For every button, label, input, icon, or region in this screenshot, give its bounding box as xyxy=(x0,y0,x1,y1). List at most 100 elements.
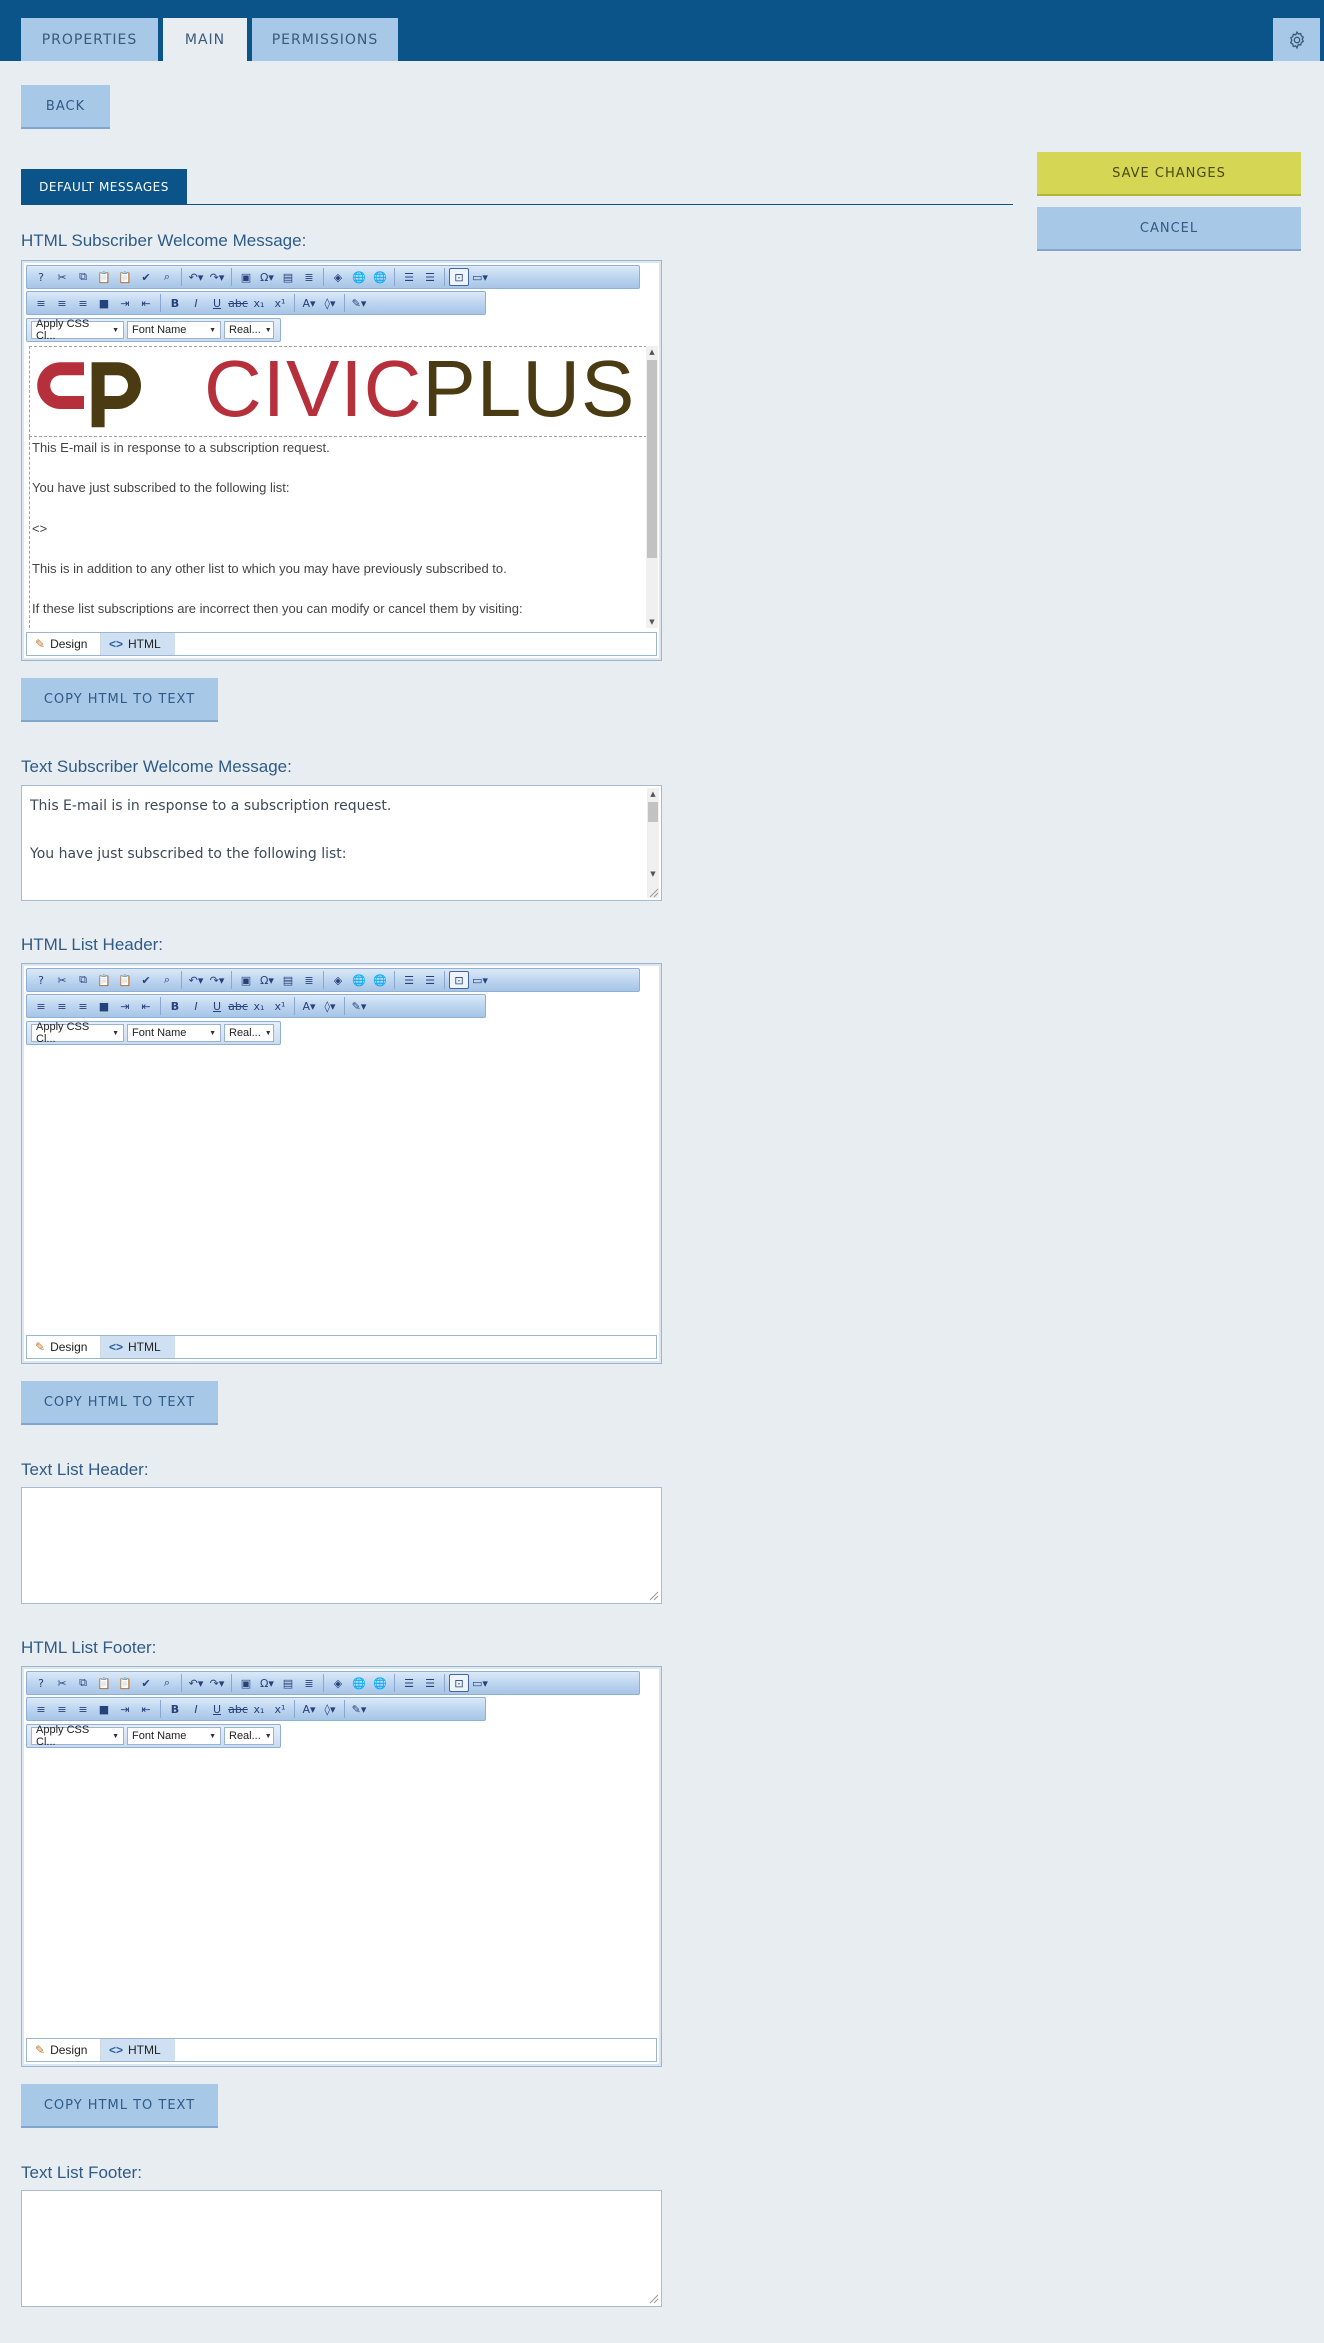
spellcheck-icon[interactable]: ✔ xyxy=(136,971,156,989)
back-button[interactable]: BACK xyxy=(21,85,110,129)
template-icon[interactable]: ▤ xyxy=(278,1674,298,1692)
align-center-icon[interactable]: ≡ xyxy=(52,997,72,1015)
font-color-icon[interactable]: A▾ xyxy=(299,997,319,1015)
fullscreen-icon[interactable]: ⊡ xyxy=(449,268,469,286)
css-class-dropdown[interactable]: Apply CSS Cl... ▼ xyxy=(31,1021,125,1045)
html-mode-tab[interactable]: <> HTML xyxy=(101,1336,175,1358)
html-mode-tab[interactable]: <> HTML xyxy=(101,2039,175,2061)
find-icon[interactable]: ⌕ xyxy=(157,971,177,989)
css-class-dropdown[interactable]: Apply CSS Cl... ▼ xyxy=(31,318,125,342)
ordered-list-icon[interactable]: ☰ xyxy=(399,1674,419,1692)
tab-permissions[interactable]: PERMISSIONS xyxy=(252,18,398,61)
ordered-list-icon[interactable]: ☰ xyxy=(399,971,419,989)
text-footer-textarea[interactable] xyxy=(21,2190,662,2307)
underline-icon[interactable]: U xyxy=(207,1700,227,1718)
tab-properties[interactable]: PROPERTIES xyxy=(21,18,158,61)
superscript-icon[interactable]: x¹ xyxy=(270,997,290,1015)
format-painter-icon[interactable]: ✎▾ xyxy=(349,1700,369,1718)
table-icon[interactable]: ▭▾ xyxy=(470,268,490,286)
css-class-dropdown[interactable]: Apply CSS Cl... ▼ xyxy=(31,1724,125,1748)
image-icon[interactable]: ▣ xyxy=(236,971,256,989)
align-right-icon[interactable]: ≡ xyxy=(73,294,93,312)
unlink-icon[interactable]: 🌐 xyxy=(370,1674,390,1692)
ordered-list-icon[interactable]: ☰ xyxy=(399,268,419,286)
align-center-icon[interactable]: ≡ xyxy=(52,294,72,312)
design-mode-tab[interactable]: ✎ Design xyxy=(27,1336,101,1358)
format-stripper-icon[interactable]: ◈ xyxy=(328,1674,348,1692)
editor-content[interactable] xyxy=(29,1049,647,1331)
undo-icon[interactable]: ↶▾ xyxy=(186,1674,206,1692)
text-welcome-scrollbar[interactable]: ▲ ▼ xyxy=(647,788,659,898)
align-left-icon[interactable]: ≡ xyxy=(31,997,51,1015)
html-header-editor[interactable]: ? ✂ ⧉ 📋 📋 ✔ ⌕ ↶▾ ↷▾ ▣ Ω▾ ▤ ≣ ◈ 🌐 🌐 ☰ ☰ ⊡… xyxy=(21,963,662,1364)
format-painter-icon[interactable]: ✎▾ xyxy=(349,294,369,312)
outdent-icon[interactable]: ⇤ xyxy=(136,1700,156,1718)
link-icon[interactable]: 🌐 xyxy=(349,1674,369,1692)
link-icon[interactable]: 🌐 xyxy=(349,971,369,989)
indent-icon[interactable]: ⇥ xyxy=(115,294,135,312)
font-name-dropdown[interactable]: Font Name ▼ xyxy=(127,1727,221,1745)
format-painter-icon[interactable]: ✎▾ xyxy=(349,997,369,1015)
fullscreen-icon[interactable]: ⊡ xyxy=(449,971,469,989)
section-tab-default-messages[interactable]: DEFAULT MESSAGES xyxy=(21,169,187,205)
superscript-icon[interactable]: x¹ xyxy=(270,1700,290,1718)
help-icon[interactable]: ? xyxy=(31,268,51,286)
italic-icon[interactable]: I xyxy=(186,997,206,1015)
paste-icon[interactable]: 📋 xyxy=(94,971,114,989)
image-icon[interactable]: ▣ xyxy=(236,1674,256,1692)
redo-icon[interactable]: ↷▾ xyxy=(207,1674,227,1692)
justify-icon[interactable]: ■ xyxy=(94,1700,114,1718)
strikethrough-icon[interactable]: abc xyxy=(228,294,248,312)
cut-icon[interactable]: ✂ xyxy=(52,1674,72,1692)
strikethrough-icon[interactable]: abc xyxy=(228,997,248,1015)
template-icon[interactable]: ▤ xyxy=(278,268,298,286)
unlink-icon[interactable]: 🌐 xyxy=(370,268,390,286)
align-left-icon[interactable]: ≡ xyxy=(31,294,51,312)
symbol-icon[interactable]: Ω▾ xyxy=(257,268,277,286)
editor-content[interactable] xyxy=(29,1752,647,2034)
paste-icon[interactable]: 📋 xyxy=(94,1674,114,1692)
design-mode-tab[interactable]: ✎ Design xyxy=(27,633,101,655)
align-left-icon[interactable]: ≡ xyxy=(31,1700,51,1718)
settings-button[interactable] xyxy=(1273,18,1320,61)
html-mode-tab[interactable]: <> HTML xyxy=(101,633,175,655)
indent-icon[interactable]: ⇥ xyxy=(115,997,135,1015)
find-icon[interactable]: ⌕ xyxy=(157,268,177,286)
undo-icon[interactable]: ↶▾ xyxy=(186,268,206,286)
redo-icon[interactable]: ↷▾ xyxy=(207,971,227,989)
align-right-icon[interactable]: ≡ xyxy=(73,1700,93,1718)
save-changes-button[interactable]: SAVE CHANGES xyxy=(1037,152,1301,196)
font-name-dropdown[interactable]: Font Name ▼ xyxy=(127,321,221,339)
strikethrough-icon[interactable]: abc xyxy=(228,1700,248,1718)
copy-icon[interactable]: ⧉ xyxy=(73,971,93,989)
text-header-textarea[interactable] xyxy=(21,1487,662,1604)
html-footer-editor[interactable]: ? ✂ ⧉ 📋 📋 ✔ ⌕ ↶▾ ↷▾ ▣ Ω▾ ▤ ≣ ◈ 🌐 🌐 ☰ ☰ ⊡… xyxy=(21,1666,662,2067)
font-color-icon[interactable]: A▾ xyxy=(299,294,319,312)
subscript-icon[interactable]: x₁ xyxy=(249,997,269,1015)
spellcheck-icon[interactable]: ✔ xyxy=(136,268,156,286)
format-stripper-icon[interactable]: ◈ xyxy=(328,268,348,286)
copy-icon[interactable]: ⧉ xyxy=(73,1674,93,1692)
resize-grip-icon[interactable] xyxy=(649,2294,659,2304)
cut-icon[interactable]: ✂ xyxy=(52,971,72,989)
underline-icon[interactable]: U xyxy=(207,294,227,312)
resize-grip-icon[interactable] xyxy=(649,888,659,898)
align-right-icon[interactable]: ≡ xyxy=(73,997,93,1015)
subscript-icon[interactable]: x₁ xyxy=(249,294,269,312)
font-size-dropdown[interactable]: Real... ▼ xyxy=(224,321,274,339)
find-icon[interactable]: ⌕ xyxy=(157,1674,177,1692)
italic-icon[interactable]: I xyxy=(186,294,206,312)
bold-icon[interactable]: B xyxy=(165,294,185,312)
help-icon[interactable]: ? xyxy=(31,1674,51,1692)
paragraph-icon[interactable]: ≣ xyxy=(299,1674,319,1692)
paste-special-icon[interactable]: 📋 xyxy=(115,971,135,989)
format-stripper-icon[interactable]: ◈ xyxy=(328,971,348,989)
paste-special-icon[interactable]: 📋 xyxy=(115,1674,135,1692)
copy-html-to-text-button-2[interactable]: COPY HTML TO TEXT xyxy=(21,1381,218,1425)
html-welcome-editor[interactable]: ? ✂ ⧉ 📋 📋 ✔ ⌕ ↶▾ ↷▾ ▣ Ω▾ ▤ ≣ ◈ 🌐 🌐 ☰ ☰ ⊡… xyxy=(21,260,662,661)
tab-main[interactable]: MAIN xyxy=(163,18,247,61)
highlight-color-icon[interactable]: ◊▾ xyxy=(320,294,340,312)
superscript-icon[interactable]: x¹ xyxy=(270,294,290,312)
font-name-dropdown[interactable]: Font Name ▼ xyxy=(127,1024,221,1042)
cancel-button[interactable]: CANCEL xyxy=(1037,207,1301,251)
